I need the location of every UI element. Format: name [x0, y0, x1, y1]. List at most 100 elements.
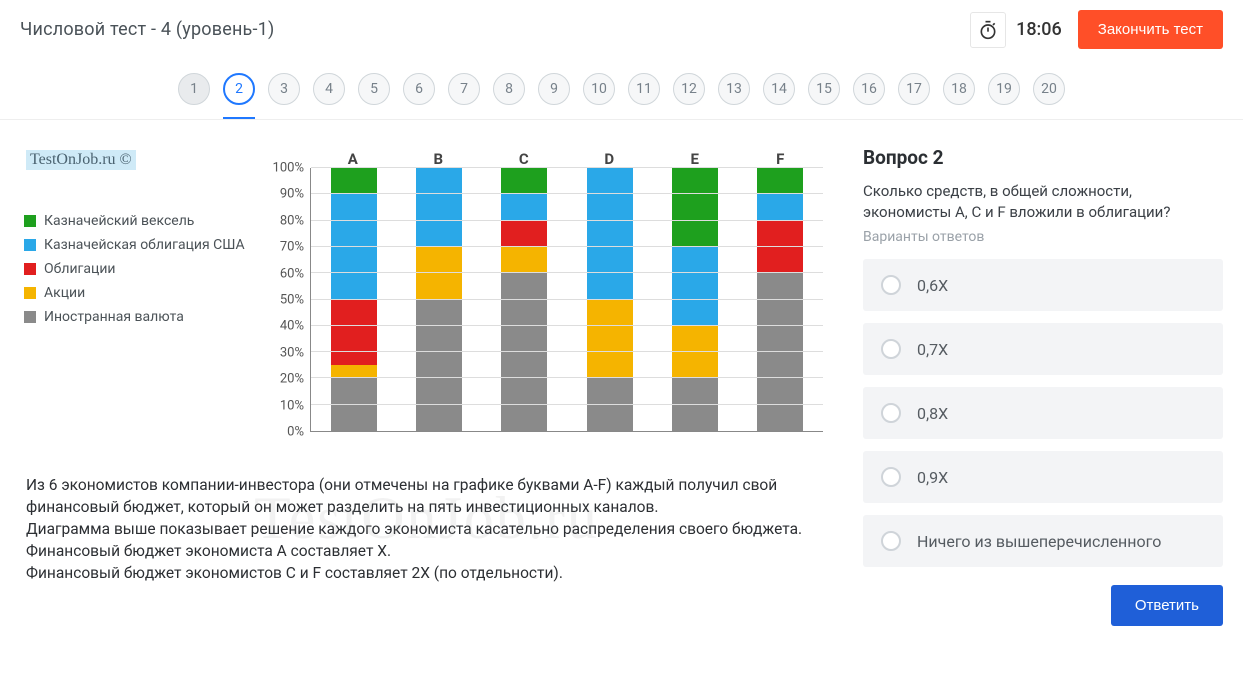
radio-icon: [881, 403, 901, 423]
legend-row: Акции: [24, 285, 260, 301]
question-text: Сколько средств, в общей сложности, экон…: [863, 181, 1223, 223]
y-tick: 20%: [280, 372, 304, 387]
qnav-item-6[interactable]: 6: [403, 73, 435, 105]
category-label-F: F: [738, 150, 824, 168]
question-panel: Вопрос 2 Сколько средств, в общей сложно…: [863, 146, 1223, 626]
qnav-item-16[interactable]: 16: [853, 73, 885, 105]
qnav-item-5[interactable]: 5: [358, 73, 390, 105]
option-2[interactable]: 0,8X: [863, 387, 1223, 439]
watermark-small: TestOnJob.ru ©: [26, 150, 136, 170]
grid-line: [311, 325, 823, 326]
answer-button[interactable]: Ответить: [1111, 585, 1223, 626]
legend-swatch: [24, 239, 36, 251]
legend-label: Казначейская облигация США: [44, 237, 245, 253]
question-hint: Варианты ответов: [863, 229, 1223, 245]
bar-slot-B: [396, 168, 481, 431]
description: TestOnJob.ru Из 6 экономистов компании-и…: [20, 450, 833, 588]
segment: [331, 168, 377, 194]
qnav-item-4[interactable]: 4: [313, 73, 345, 105]
qnav-item-14[interactable]: 14: [763, 73, 795, 105]
segment: [501, 194, 547, 220]
option-1[interactable]: 0,7X: [863, 323, 1223, 375]
grid-line: [311, 404, 823, 405]
qnav-item-12[interactable]: 12: [673, 73, 705, 105]
radio-icon: [881, 339, 901, 359]
y-tick: 10%: [280, 398, 304, 413]
option-label: Ничего из вышеперечисленного: [917, 532, 1161, 551]
legend-swatch: [24, 263, 36, 275]
legend-swatch: [24, 311, 36, 323]
y-tick: 40%: [280, 319, 304, 334]
qnav-item-2[interactable]: 2: [223, 73, 255, 105]
qnav-item-11[interactable]: 11: [628, 73, 660, 105]
radio-icon: [881, 531, 901, 551]
content-panel: TestOnJob.ru © Казначейский вексельКазна…: [20, 146, 833, 588]
grid-line: [311, 272, 823, 273]
qnav-item-3[interactable]: 3: [268, 73, 300, 105]
segment: [672, 168, 718, 247]
bar-D: [587, 168, 633, 431]
header: Числовой тест - 4 (уровень-1) 18:06 Зако…: [0, 0, 1243, 55]
bar-slot-F: [738, 168, 823, 431]
qnav-item-7[interactable]: 7: [448, 73, 480, 105]
category-label-C: C: [481, 150, 567, 168]
desc-p1: Из 6 экономистов компании-инвестора (они…: [26, 474, 827, 518]
category-label-A: A: [310, 150, 396, 168]
grid-line: [311, 351, 823, 352]
qnav-item-13[interactable]: 13: [718, 73, 750, 105]
qnav-item-10[interactable]: 10: [583, 73, 615, 105]
category-label-D: D: [567, 150, 653, 168]
y-tick: 0%: [287, 425, 304, 440]
y-tick: 70%: [280, 240, 304, 255]
radio-icon: [881, 467, 901, 487]
legend-row: Облигации: [24, 261, 260, 277]
qnav-item-18[interactable]: 18: [943, 73, 975, 105]
segment: [416, 247, 462, 300]
segment: [331, 378, 377, 431]
question-nav: 1234567891011121314151617181920: [0, 55, 1243, 120]
plot: [310, 168, 823, 432]
legend-label: Облигации: [44, 261, 116, 277]
category-labels: ABCDEF: [310, 150, 823, 168]
legend-row: Казначейский вексель: [24, 213, 260, 229]
radio-icon: [881, 275, 901, 295]
grid-line: [311, 193, 823, 194]
qnav-item-20[interactable]: 20: [1033, 73, 1065, 105]
legend: Казначейский вексель Казначейская облигац…: [20, 150, 260, 450]
qnav-item-19[interactable]: 19: [988, 73, 1020, 105]
qnav-item-15[interactable]: 15: [808, 73, 840, 105]
option-3[interactable]: 0,9X: [863, 451, 1223, 503]
end-test-button[interactable]: Закончить тест: [1078, 10, 1223, 49]
segment: [416, 300, 462, 432]
grid-line: [311, 246, 823, 247]
y-tick: 90%: [280, 187, 304, 202]
desc-p2: Диаграмма выше показывает решение каждог…: [26, 518, 827, 540]
timer-value: 18:06: [1016, 19, 1062, 40]
plot-wrap: ABCDEF 0%10%20%30%40%50%60%70%80%90%100%: [260, 150, 833, 450]
option-4[interactable]: Ничего из вышеперечисленного: [863, 515, 1223, 567]
segment: [587, 168, 633, 300]
legend-label: Иностранная валюта: [44, 309, 184, 325]
qnav-item-17[interactable]: 17: [898, 73, 930, 105]
segment: [501, 168, 547, 194]
legend-swatch: [24, 215, 36, 227]
option-0[interactable]: 0,6X: [863, 259, 1223, 311]
bar-B: [416, 168, 462, 431]
desc-p4: Финансовый бюджет экономистов C и F сост…: [26, 562, 827, 584]
y-tick: 60%: [280, 266, 304, 281]
segment: [672, 247, 718, 326]
grid-line: [311, 220, 823, 221]
legend-label: Акции: [44, 285, 85, 301]
bar-A: [331, 168, 377, 431]
page-title: Числовой тест - 4 (уровень-1): [20, 19, 274, 40]
bar-F: [757, 168, 803, 431]
chart-area: Казначейский вексель Казначейская облигац…: [20, 146, 833, 450]
qnav-item-8[interactable]: 8: [493, 73, 525, 105]
segment: [587, 300, 633, 379]
qnav-item-9[interactable]: 9: [538, 73, 570, 105]
segment: [501, 221, 547, 247]
segment: [331, 194, 377, 299]
qnav-item-1[interactable]: 1: [178, 73, 210, 105]
y-axis: 0%10%20%30%40%50%60%70%80%90%100%: [260, 168, 308, 432]
option-label: 0,9X: [917, 468, 948, 487]
